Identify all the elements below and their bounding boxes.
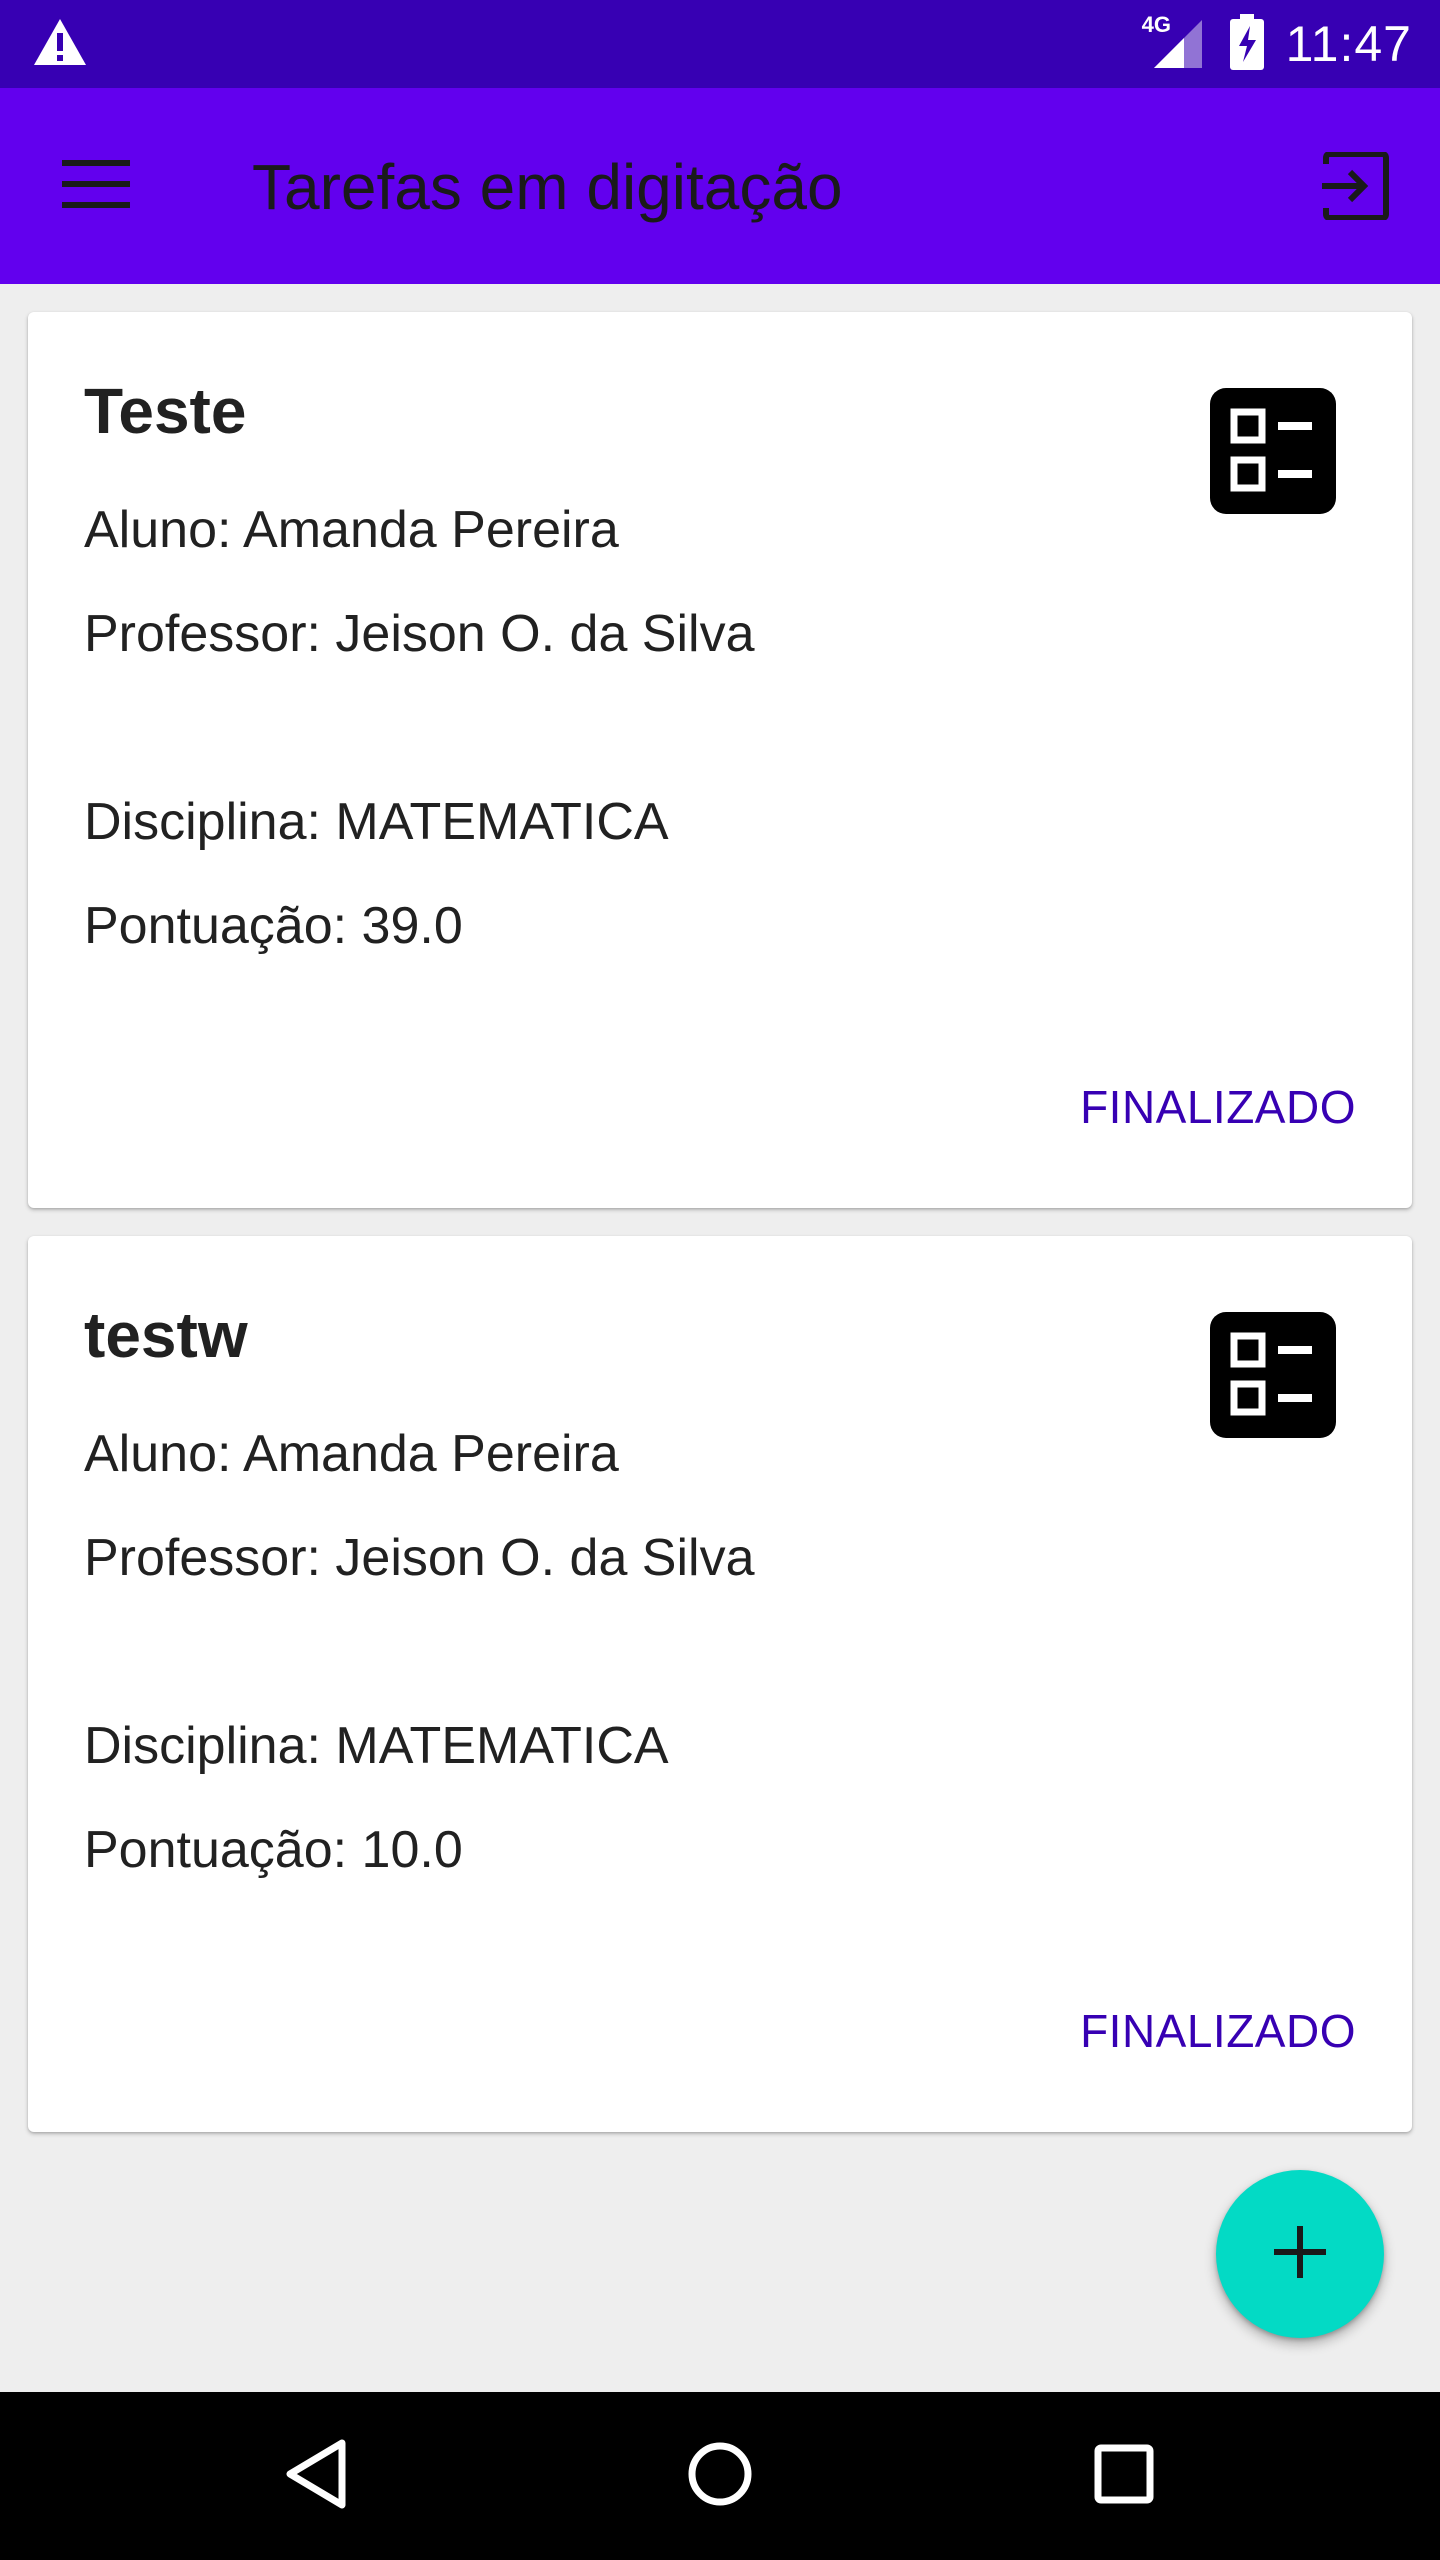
app-bar: Tarefas em digitação [0,88,1440,284]
battery-charging-icon [1229,13,1264,75]
task-card[interactable]: testw Aluno: Amanda Pereira Professor: J… [28,1236,1412,2132]
logout-button[interactable] [1316,148,1396,228]
recents-square-icon [1094,2444,1154,2509]
task-teacher: Professor: Jeison O. da Silva [84,605,755,663]
checklist-icon [1210,388,1336,514]
status-time: 11:47 [1285,16,1412,72]
task-subject: Disciplina: MATEMATICA [84,793,669,851]
task-student: Aluno: Amanda Pereira [84,1425,619,1483]
recents-button[interactable] [1084,2436,1164,2516]
task-subject: Disciplina: MATEMATICA [84,1717,669,1775]
task-title: testw [84,1299,248,1371]
back-triangle-icon [284,2439,348,2514]
system-nav-bar [0,2392,1440,2560]
add-task-button[interactable] [1216,2170,1384,2338]
task-student: Aluno: Amanda Pereira [84,501,619,559]
home-circle-icon [687,2441,753,2512]
task-score: Pontuação: 10.0 [84,1821,463,1879]
finalizado-button[interactable]: FINALIZADO [1080,1080,1356,1134]
task-title: Teste [84,375,247,447]
menu-icon [62,158,130,215]
checklist-icon [1210,1312,1336,1438]
finalizado-button[interactable]: FINALIZADO [1080,2004,1356,2058]
warning-icon [32,17,88,72]
back-button[interactable] [276,2436,356,2516]
task-teacher: Professor: Jeison O. da Silva [84,1529,755,1587]
page-title: Tarefas em digitação [252,151,843,223]
task-score: Pontuação: 39.0 [84,897,463,955]
task-card[interactable]: Teste Aluno: Amanda Pereira Professor: J… [28,312,1412,1208]
menu-button[interactable] [60,154,132,218]
logout-icon [1322,150,1390,225]
status-bar: 4G 11:47 [0,0,1440,88]
signal-icon: 4G [1142,12,1208,72]
home-button[interactable] [680,2436,760,2516]
plus-icon [1274,2225,1326,2283]
